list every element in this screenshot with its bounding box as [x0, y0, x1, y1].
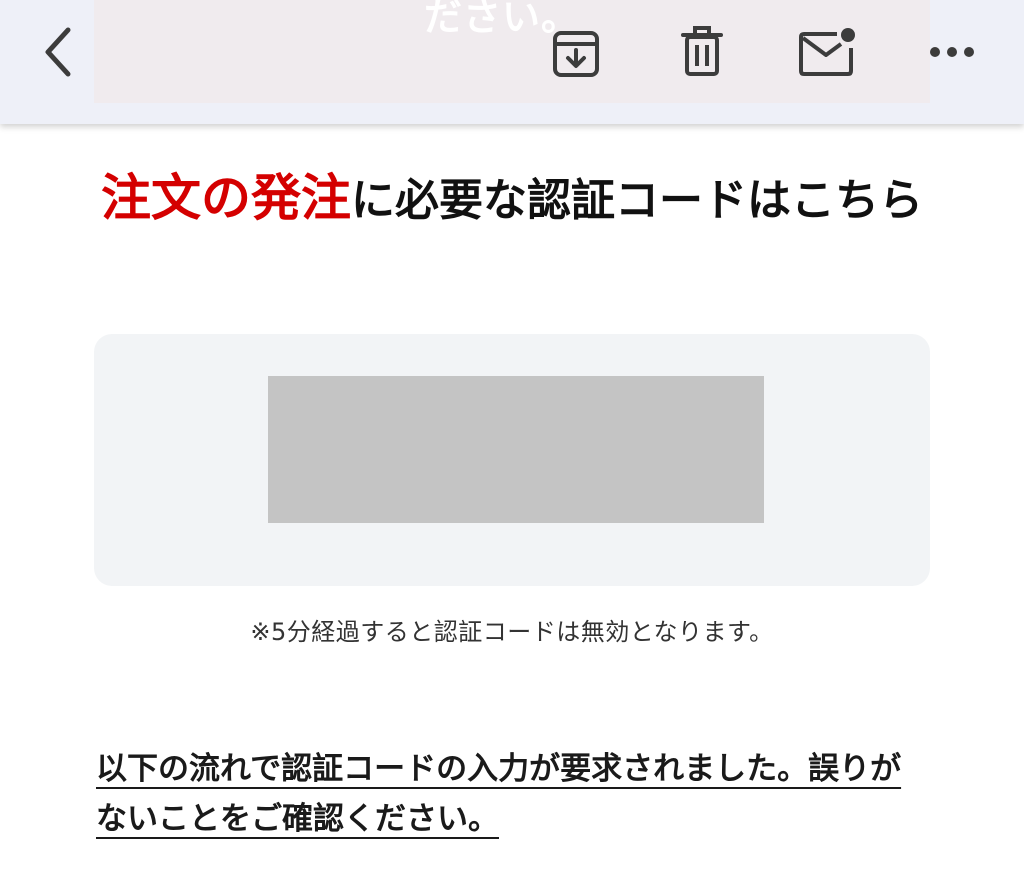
expiry-note: ※5分経過すると認証コードは無効となります。 [250, 618, 774, 646]
mail-unread-icon [799, 28, 855, 76]
mark-unread-button[interactable] [795, 22, 859, 82]
chevron-left-icon [45, 27, 71, 77]
flow-description-link[interactable]: 以下の流れで認証コードの入力が要求されました。誤りがないことをご確認ください。 [96, 744, 926, 844]
email-view: ださい。 注文の発注に必要な認証コードはこちら ※5分経過すると認証コードは無効… [0, 0, 1024, 883]
redacted-code [268, 376, 764, 523]
back-button[interactable] [30, 20, 86, 84]
top-toolbar: ださい。 [0, 0, 1024, 124]
email-headline: 注文の発注に必要な認証コードはこちら [96, 160, 928, 239]
archive-icon [553, 31, 599, 77]
headline-rest: に必要な認証コードはこちら [351, 175, 923, 226]
more-horizontal-icon [930, 47, 974, 57]
verification-code-box [94, 334, 930, 586]
headline-accent: 注文の発注 [101, 169, 351, 227]
archive-button[interactable] [546, 24, 606, 84]
trash-icon [681, 26, 723, 76]
delete-button[interactable] [672, 22, 732, 82]
more-button[interactable] [924, 26, 980, 78]
